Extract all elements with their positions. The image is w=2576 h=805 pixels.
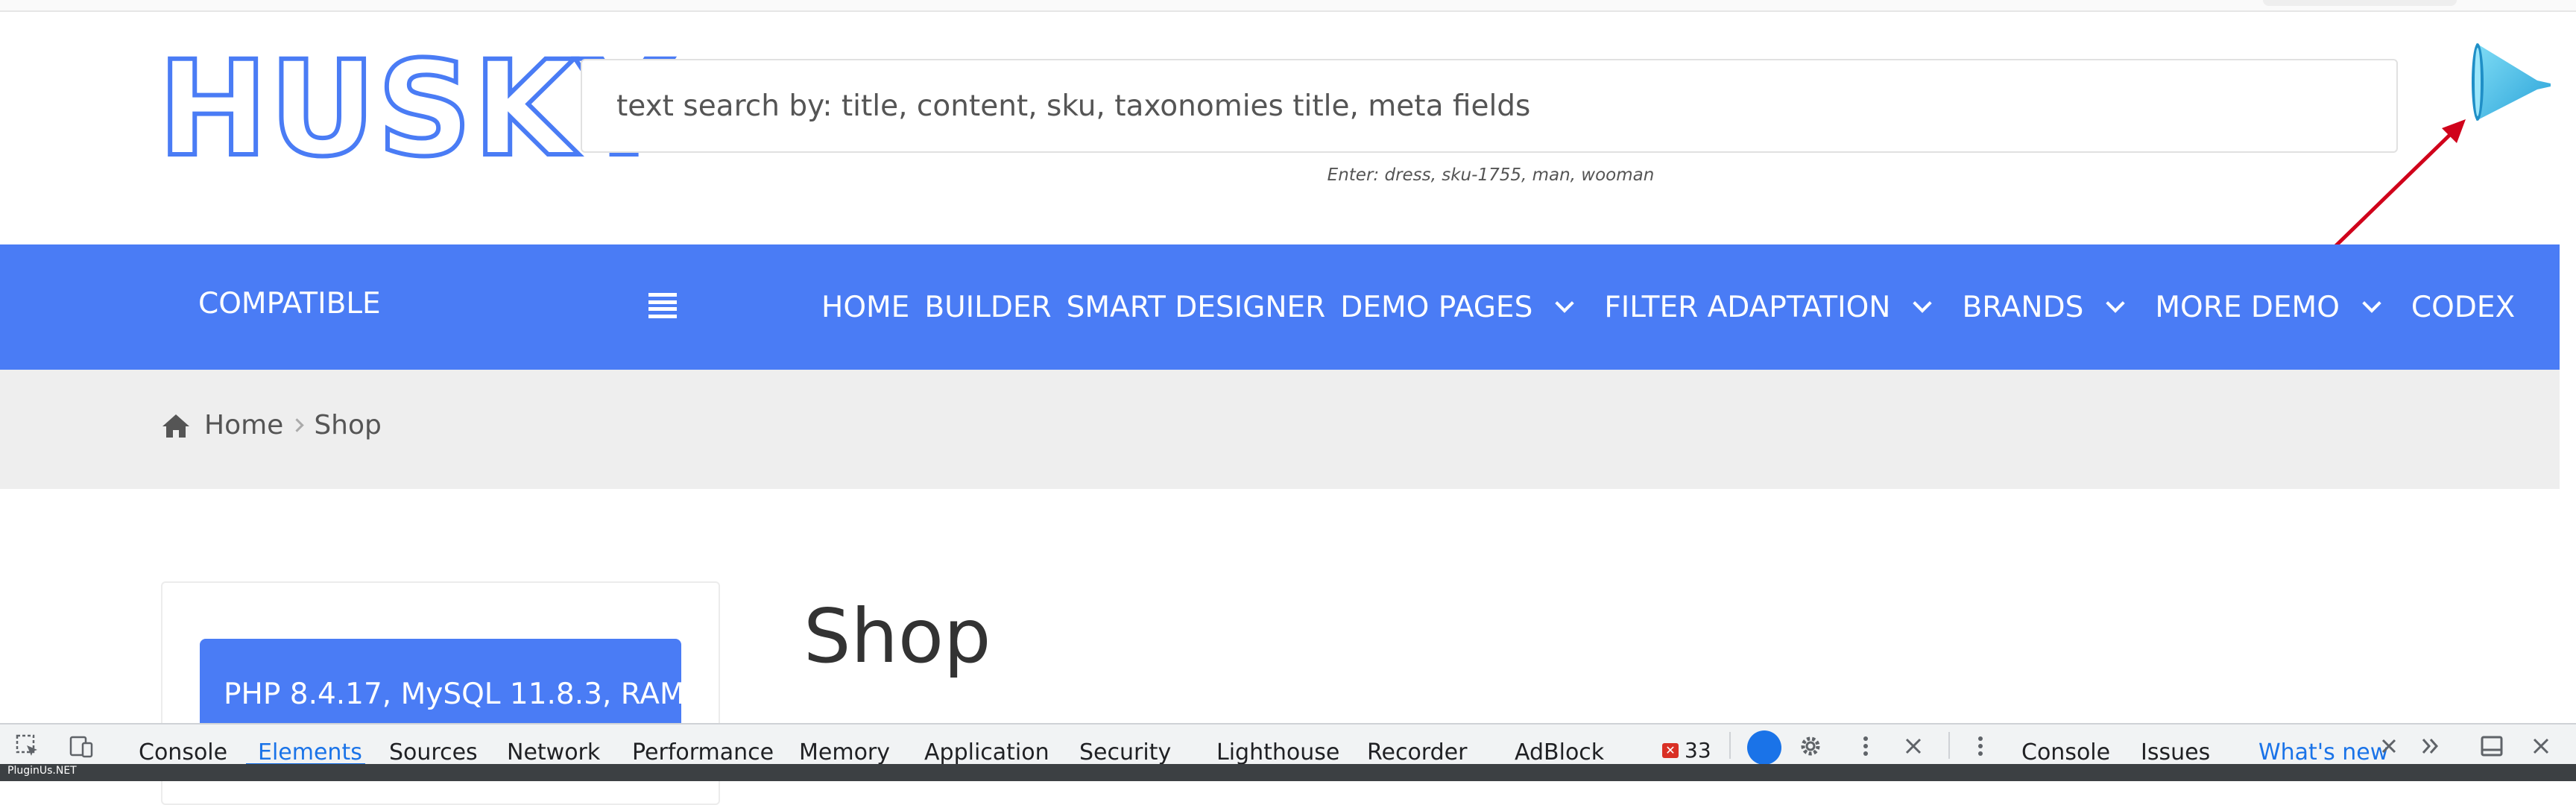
devtools-tab-performance[interactable]: Performance [632,739,774,765]
devtools-tab-sources[interactable]: Sources [389,739,478,765]
devtools-tab-security[interactable]: Security [1079,739,1171,765]
nav-item-demo-pages[interactable]: DEMO PAGES [1340,291,1589,324]
devtools-tab-recorder[interactable]: Recorder [1367,739,1467,765]
device-toolbar-icon[interactable] [69,733,94,759]
chevron-down-icon [2106,294,2126,313]
nav-item-codex[interactable]: CODEX [2411,291,2515,324]
drawer-tab-whats-new[interactable]: What's new [2258,739,2388,765]
chevron-down-icon [2362,294,2381,313]
nav-item-label: DEMO PAGES [1340,290,1533,324]
nav-item-more-demo[interactable]: MORE DEMO [2155,291,2396,324]
main-navbar: COMPATIBLE HOME BUILDER SMART DESIGNER D… [0,244,2560,370]
error-count-badge[interactable]: ✕ 33 [1662,738,1711,763]
drawer-tab-console[interactable]: Console [2021,739,2110,765]
devtools-tab-application[interactable]: Application [924,739,1049,765]
status-bar: PluginUs.NET [0,764,2576,781]
nav-item-builder[interactable]: BUILDER [924,291,1051,324]
nav-item-smart-designer[interactable]: SMART DESIGNER [1067,291,1326,324]
browser-top-strip [0,0,2576,12]
filter-funnel-icon[interactable] [2469,37,2558,127]
chevron-right-icon [290,418,305,432]
gear-icon[interactable] [1798,733,1823,759]
nav-menu: HOME BUILDER SMART DESIGNER DEMO PAGES F… [821,285,2530,329]
nav-item-label: SMART DESIGNER [1066,290,1326,324]
sync-icon[interactable] [1747,730,1781,765]
breadcrumb-current: Shop [314,410,382,441]
devtools-tab-memory[interactable]: Memory [799,739,890,765]
dock-bottom-icon[interactable] [2479,733,2504,759]
close-devtools-icon[interactable] [2528,733,2554,759]
nav-item-label: BUILDER [924,290,1052,324]
drawer-tab-issues[interactable]: Issues [2141,739,2210,765]
nav-item-home[interactable]: HOME [821,291,909,324]
nav-item-label: MORE DEMO [2155,290,2340,324]
nav-item-label: FILTER ADAPTATION [1604,290,1891,324]
chevron-down-icon [1555,294,1575,313]
chevron-double-right-icon[interactable] [2418,733,2443,759]
watermark-label: PluginUs.NET [7,765,77,777]
browser-tab-edge [2263,0,2457,6]
nav-item-label: CODEX [2411,290,2516,324]
breadcrumb-bar: Home Shop [0,370,2560,489]
page-title: Shop [804,593,991,680]
nav-item-filter-adaptation[interactable]: FILTER ADAPTATION [1604,291,1947,324]
breadcrumb: Home Shop [161,410,382,441]
search-hint: Enter: dress, sku-1755, man, wooman [1327,165,1655,185]
chevron-down-icon [1913,294,1933,313]
devtools-bar: Console Elements Sources Network Perform… [0,723,2576,766]
nav-item-brands[interactable]: BRANDS [1962,291,2140,324]
home-icon [162,414,189,438]
devtools-tab-network[interactable]: Network [507,739,600,765]
more-vertical-icon[interactable] [1853,733,1878,759]
error-count: 33 [1685,738,1711,763]
nav-item-label: HOME [821,290,910,324]
drawer-more-icon[interactable] [1968,733,1993,759]
close-whats-new-icon[interactable] [2376,733,2402,759]
toolbar-divider [1729,732,1731,759]
devtools-tab-adblock[interactable]: AdBlock [1515,739,1604,765]
compatible-link[interactable]: COMPATIBLE [198,287,381,321]
error-icon: ✕ [1662,742,1679,758]
inspect-element-icon[interactable] [15,733,40,759]
devtools-tab-console[interactable]: Console [139,739,227,765]
breadcrumb-home-link[interactable]: Home [204,410,283,441]
toolbar-divider [1948,732,1950,759]
menu-hamburger-icon[interactable] [648,293,677,318]
nav-item-label: BRANDS [1962,290,2084,324]
devtools-tab-lighthouse[interactable]: Lighthouse [1216,739,1339,765]
search-box [581,59,2398,153]
search-input[interactable] [582,60,2396,151]
close-icon[interactable] [1901,733,1926,759]
devtools-tab-elements[interactable]: Elements [258,739,362,765]
